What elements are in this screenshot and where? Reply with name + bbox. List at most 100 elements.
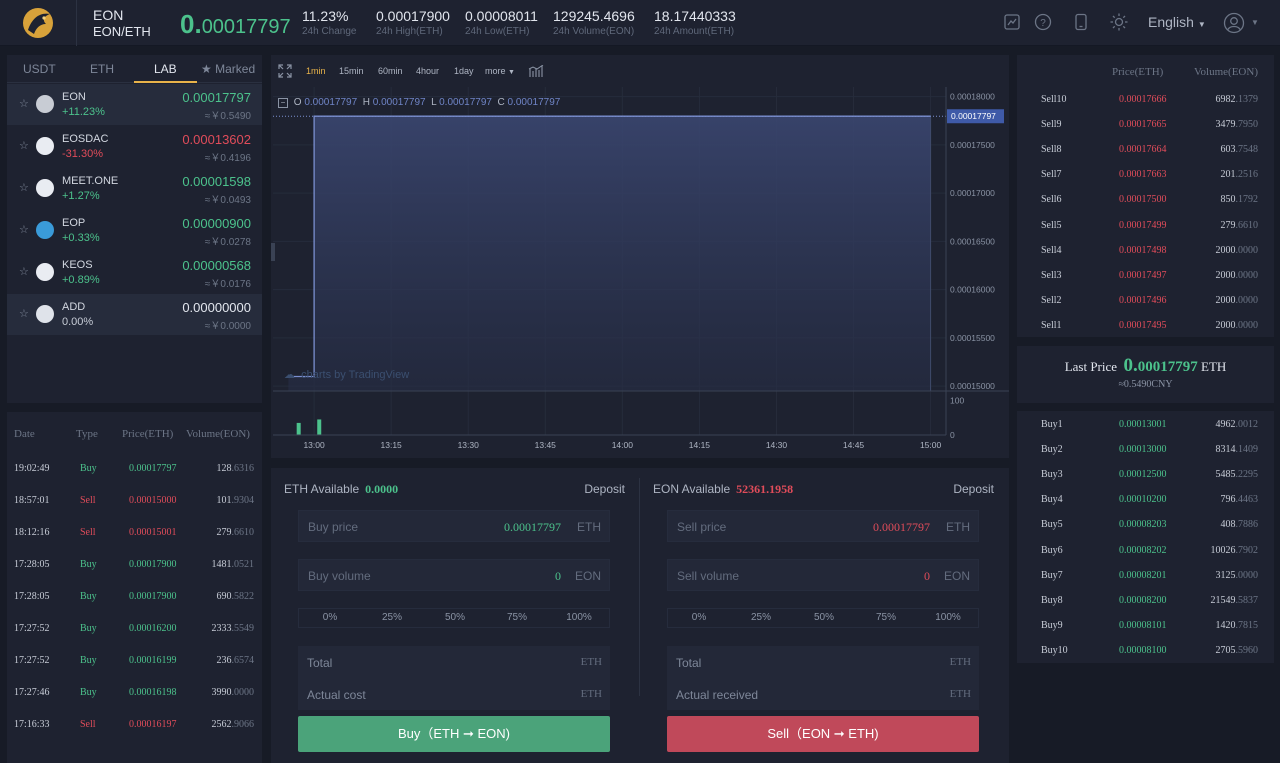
star-outline-icon[interactable]: ☆ bbox=[19, 181, 29, 194]
buy-percent-75[interactable]: 75% bbox=[486, 612, 548, 623]
bid-row[interactable]: Buy4 0.00010200 796.4463 bbox=[1017, 487, 1274, 512]
market-coin-price: 0.00013602 bbox=[182, 132, 251, 147]
ask-row[interactable]: Sell7 0.00017663 201.2516 bbox=[1017, 162, 1274, 187]
bid-row[interactable]: Buy8 0.00008200 21549.5837 bbox=[1017, 588, 1274, 613]
trade-price: 0.00016200 bbox=[129, 623, 177, 634]
orderbook-asks: Price(ETH) Volume(EON) Sell10 0.00017666 6… bbox=[1017, 55, 1274, 337]
user-menu-chevron-icon[interactable]: ▼ bbox=[1251, 18, 1259, 27]
buy-percent-100[interactable]: 100% bbox=[548, 612, 610, 623]
buy-percent-50[interactable]: 50% bbox=[424, 612, 486, 623]
market-row-add[interactable]: ☆ ADD 0.00% 0.00000000 ≈￥0.0000 bbox=[7, 294, 262, 335]
buy-deposit-link[interactable]: Deposit bbox=[584, 482, 625, 496]
bid-row[interactable]: Buy6 0.00008202 10026.7902 bbox=[1017, 538, 1274, 563]
tab-eth[interactable]: ETH bbox=[90, 62, 114, 76]
chart-icon[interactable] bbox=[1003, 13, 1021, 31]
market-coin-cny: ≈￥0.5490 bbox=[204, 111, 251, 122]
ask-row[interactable]: Sell9 0.00017665 3479.7950 bbox=[1017, 112, 1274, 137]
eon-logo-icon[interactable] bbox=[14, 4, 62, 42]
user-icon[interactable] bbox=[1223, 12, 1245, 34]
market-row-eosdac[interactable]: ☆ EOSDAC -31.30% 0.00013602 ≈￥0.4196 bbox=[7, 126, 262, 167]
sell-price-input[interactable]: Sell price 0.00017797 ETH bbox=[667, 510, 979, 542]
market-row-eop[interactable]: ☆ EOP +0.33% 0.00000900 ≈￥0.0278 bbox=[7, 210, 262, 251]
bid-row[interactable]: Buy9 0.00008101 1420.7815 bbox=[1017, 613, 1274, 638]
order-price: 0.00008203 bbox=[1119, 519, 1167, 531]
buy-percent-selector: 0% 25% 50% 75% 100% bbox=[298, 608, 610, 628]
ask-row[interactable]: Sell2 0.00017496 2000.0000 bbox=[1017, 288, 1274, 313]
sell-button[interactable]: Sell（EON ➞ ETH) bbox=[667, 716, 979, 752]
sell-percent-75[interactable]: 75% bbox=[855, 612, 917, 623]
tab-lab[interactable]: LAB bbox=[154, 62, 177, 76]
market-coin-cny: ≈￥0.0176 bbox=[204, 279, 251, 290]
buy-percent-25[interactable]: 25% bbox=[361, 612, 423, 623]
sell-volume-input[interactable]: Sell volume 0 EON bbox=[667, 559, 979, 591]
buy-price-input[interactable]: Buy price 0.00017797 ETH bbox=[298, 510, 610, 542]
order-volume-dec: .7886 bbox=[1235, 519, 1259, 531]
buy-total-unit: ETH bbox=[580, 656, 602, 668]
trade-volume: 690.5822 bbox=[217, 591, 255, 602]
chart-collapse-handle[interactable] bbox=[271, 243, 275, 261]
ask-row[interactable]: Sell6 0.00017500 850.1792 bbox=[1017, 187, 1274, 212]
ask-row[interactable]: Sell4 0.00017498 2000.0000 bbox=[1017, 238, 1274, 263]
sell-percent-50[interactable]: 50% bbox=[793, 612, 855, 623]
market-row-eon[interactable]: ☆ EON +11.23% 0.00017797 ≈￥0.5490 bbox=[7, 84, 262, 125]
bid-row[interactable]: Buy1 0.00013001 4962.0012 bbox=[1017, 412, 1274, 437]
ask-row[interactable]: Sell3 0.00017497 2000.0000 bbox=[1017, 263, 1274, 288]
bid-row[interactable]: Buy10 0.00008100 2705.5960 bbox=[1017, 638, 1274, 663]
buy-percent-0[interactable]: 0% bbox=[299, 612, 361, 623]
ask-row[interactable]: Sell5 0.00017499 279.6610 bbox=[1017, 213, 1274, 238]
time-tick-label: 13:45 bbox=[535, 440, 557, 450]
sell-available-label: EON Available bbox=[653, 482, 731, 496]
star-outline-icon[interactable]: ☆ bbox=[19, 307, 29, 320]
market-row-meet-one[interactable]: ☆ MEET.ONE +1.27% 0.00001598 ≈￥0.0493 bbox=[7, 168, 262, 209]
trade-volume-dec: .0521 bbox=[231, 559, 255, 570]
bid-row[interactable]: Buy7 0.00008201 3125.0000 bbox=[1017, 563, 1274, 588]
order-price: 0.00017498 bbox=[1119, 244, 1167, 256]
trade-volume-dec: .6316 bbox=[231, 463, 255, 474]
bid-row[interactable]: Buy3 0.00012500 5485.2295 bbox=[1017, 462, 1274, 487]
add-coin-icon bbox=[36, 305, 54, 323]
star-outline-icon[interactable]: ☆ bbox=[19, 139, 29, 152]
buy-volume-input[interactable]: Buy volume 0 EON bbox=[298, 559, 610, 591]
order-volume: 5485.2295 bbox=[1216, 469, 1259, 480]
market-row-keos[interactable]: ☆ KEOS +0.89% 0.00000568 ≈￥0.0176 bbox=[7, 252, 262, 293]
order-volume: 408.7886 bbox=[1221, 519, 1259, 530]
market-coin-cny: ≈￥0.4196 bbox=[204, 153, 251, 164]
order-volume-int: 4962 bbox=[1215, 419, 1236, 430]
pair-name: EON/ETH bbox=[93, 24, 151, 39]
ask-row[interactable]: Sell1 0.00017495 2000.0000 bbox=[1017, 313, 1274, 338]
order-volume-dec: .0000 bbox=[1235, 244, 1259, 256]
ask-row[interactable]: Sell8 0.00017664 603.7548 bbox=[1017, 137, 1274, 162]
sell-percent-0[interactable]: 0% bbox=[668, 612, 730, 623]
sell-percent-100[interactable]: 100% bbox=[917, 612, 979, 623]
tab-marked[interactable]: ★ Marked bbox=[201, 62, 255, 76]
bid-row[interactable]: Buy2 0.00013000 8314.1409 bbox=[1017, 437, 1274, 462]
tradingview-watermark[interactable]: ☁ charts by TradingView bbox=[284, 368, 409, 381]
market-coin-change: +0.89% bbox=[62, 274, 100, 286]
collapse-legend-icon[interactable]: − bbox=[278, 98, 288, 108]
mobile-icon[interactable] bbox=[1072, 13, 1090, 31]
buy-button[interactable]: Buy（ETH ➞ EON) bbox=[298, 716, 610, 752]
order-volume-int: 201 bbox=[1220, 169, 1236, 181]
help-icon[interactable]: ? bbox=[1034, 13, 1052, 31]
price-chart[interactable]: 0.00017797 0.00018000 0.00017500 0.0001700… bbox=[271, 55, 1009, 458]
sell-available: EON Available 52361.1958 bbox=[653, 482, 793, 497]
buy-price-unit: ETH bbox=[577, 520, 601, 534]
order-price: 0.00008202 bbox=[1119, 544, 1167, 556]
sell-percent-25[interactable]: 25% bbox=[730, 612, 792, 623]
market-coin-change: +0.33% bbox=[62, 232, 100, 244]
order-price: 0.00017496 bbox=[1119, 294, 1167, 306]
tab-usdt[interactable]: USDT bbox=[23, 62, 56, 76]
market-coin-name: KEOS bbox=[62, 259, 93, 271]
theme-icon[interactable] bbox=[1110, 13, 1128, 31]
star-outline-icon[interactable]: ☆ bbox=[19, 223, 29, 236]
trade-volume-int: 101 bbox=[216, 495, 232, 506]
bid-row[interactable]: Buy5 0.00008203 408.7886 bbox=[1017, 512, 1274, 537]
order-volume: 4962.0012 bbox=[1216, 419, 1259, 430]
star-outline-icon[interactable]: ☆ bbox=[19, 97, 29, 110]
star-outline-icon[interactable]: ☆ bbox=[19, 265, 29, 278]
sell-received-label: Actual received bbox=[676, 688, 759, 702]
language-selector[interactable]: English ▼ bbox=[1148, 14, 1206, 30]
stat-value: 11.23% bbox=[302, 8, 349, 24]
sell-deposit-link[interactable]: Deposit bbox=[953, 482, 994, 496]
ask-row[interactable]: Sell10 0.00017666 6982.1379 bbox=[1017, 87, 1274, 112]
